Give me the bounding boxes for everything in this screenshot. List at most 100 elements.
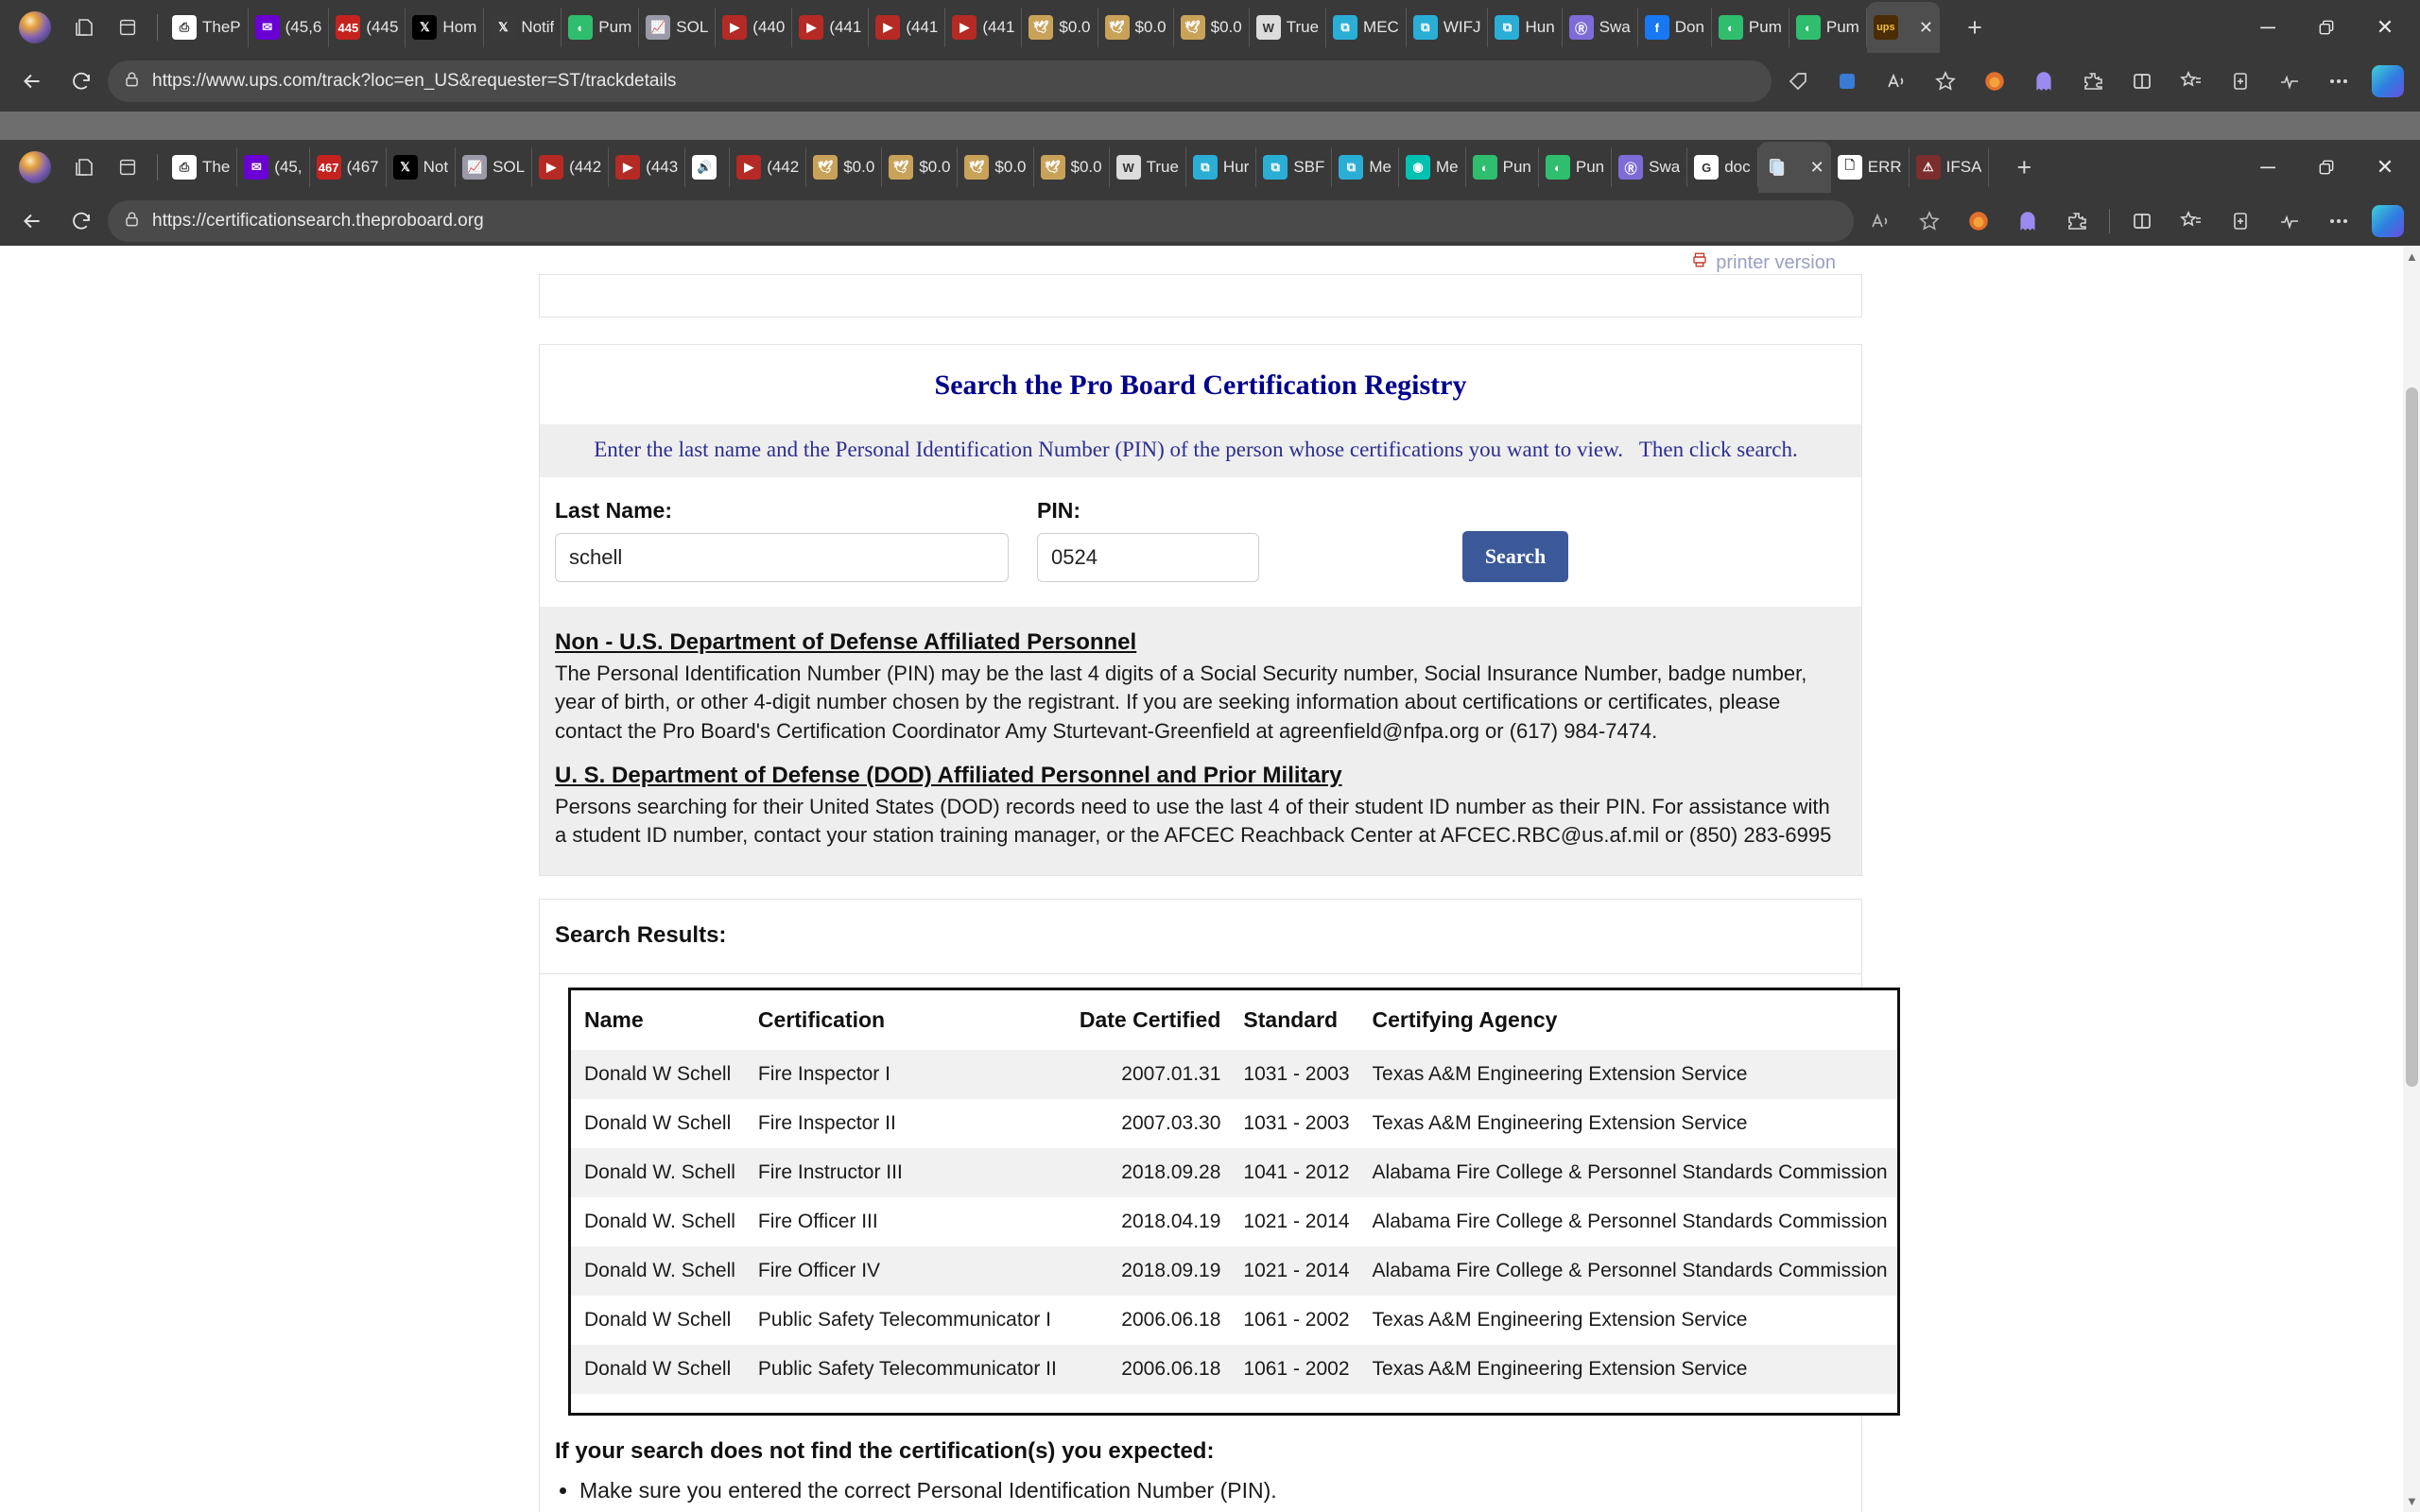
copilot-icon[interactable] (2365, 198, 2411, 244)
more-options-icon[interactable] (2316, 198, 2361, 244)
firefox-extension-icon[interactable] (1972, 59, 2017, 104)
address-bar-window2[interactable]: https://certificationsearch.theproboard.… (108, 200, 1854, 242)
puzzle-extension-icon[interactable] (2070, 59, 2116, 104)
tab-youtube-favicon[interactable]: ▶ (442 (532, 147, 610, 187)
tab-r-circle-favicon[interactable]: Ⓡ Swa (1563, 8, 1638, 47)
tab-close-icon[interactable]: ✕ (1919, 18, 1933, 38)
collections-icon[interactable] (2218, 198, 2263, 244)
scroll-up-arrow[interactable]: ▲ (2406, 249, 2418, 264)
tab-bird-favicon[interactable]: 🕊 $0.0 (1022, 8, 1098, 47)
blue-extension-icon[interactable] (1824, 59, 1870, 104)
active-tab-certification-search[interactable]: ✕ (1757, 142, 1831, 193)
scroll-down-arrow[interactable]: ▼ (2406, 1494, 2418, 1508)
read-aloud-icon[interactable] (1874, 59, 1919, 104)
new-tab-button[interactable]: + (2002, 146, 2046, 189)
favorites-list-icon[interactable] (2169, 59, 2214, 104)
search-button[interactable]: Search (1462, 531, 1568, 582)
tab-x-dark-favicon[interactable]: 𝕏 Notif (484, 8, 562, 47)
split-screen-icon[interactable] (2119, 59, 2165, 104)
new-tab-button[interactable]: + (1953, 6, 1996, 49)
tab-warning-circle-favicon[interactable]: ⚠ IFSA (1910, 147, 1990, 187)
restore-button[interactable] (2297, 142, 2356, 193)
minimize-button[interactable]: ─ (2238, 2, 2297, 53)
back-icon[interactable] (9, 59, 55, 104)
firefox-extension-icon[interactable] (1956, 198, 2001, 244)
copilot-icon[interactable] (2365, 59, 2411, 104)
tab-pill-favicon[interactable]: ◐ Pum (562, 8, 640, 47)
tab-r-circle-favicon[interactable]: Ⓡ Swa (1612, 147, 1688, 187)
tab-bird-favicon[interactable]: 🕊 $0.0 (882, 147, 959, 187)
minimize-button[interactable]: ─ (2238, 142, 2297, 193)
tab-pill-favicon[interactable]: ◐ Pun (1539, 147, 1613, 187)
profile-avatar[interactable] (19, 151, 51, 183)
tab-speaker-playing-icon[interactable]: 🔊 (685, 147, 731, 187)
back-icon[interactable] (9, 198, 55, 244)
tab-gmail-badge-favicon[interactable]: 467 (467 (310, 147, 387, 187)
split-screen-icon[interactable] (2119, 198, 2165, 244)
tab-printer-favicon[interactable]: ⎙ The (165, 147, 238, 187)
tab-chart-favicon[interactable]: 📈 SOL (456, 147, 533, 187)
lastname-input[interactable] (555, 533, 1009, 582)
tab-stack-favicon[interactable]: ⧉ Hun (1488, 8, 1563, 47)
tab-bird-favicon[interactable]: 🕊 $0.0 (1174, 8, 1250, 47)
tab-youtube-favicon[interactable]: ▶ (441 (945, 8, 1023, 47)
tab-mail-favicon[interactable]: ✉ (45, (237, 147, 310, 187)
tab-actions-icon[interactable] (62, 6, 106, 49)
tab-teal-circle-favicon[interactable]: ◉ Me (1399, 147, 1466, 187)
tab-stack-favicon[interactable]: ⧉ WIFJ (1407, 8, 1489, 47)
refresh-icon[interactable] (59, 59, 104, 104)
tab-google-favicon[interactable]: Gdoc (1687, 147, 1758, 187)
tab-stack-favicon[interactable]: ⧉ SBF (1256, 147, 1333, 187)
address-bar-window1[interactable]: https://www.ups.com/track?loc=en_US&requ… (108, 60, 1772, 102)
tab-bird-favicon[interactable]: 🕊 $0.0 (1034, 147, 1110, 187)
tab-pill-favicon[interactable]: ◐ Pum (1712, 8, 1789, 47)
tab-close-icon[interactable]: ✕ (1810, 158, 1824, 178)
tab-wikipedia-favicon[interactable]: W True (1250, 8, 1327, 47)
tab-wikipedia-favicon[interactable]: W True (1110, 147, 1186, 187)
tab-youtube-favicon[interactable]: ▶ (443 (609, 147, 686, 187)
browser-essentials-icon[interactable] (2267, 198, 2312, 244)
tab-x-favicon[interactable]: 𝕏 Hom (406, 8, 485, 47)
read-aloud-icon[interactable] (1858, 198, 1903, 244)
puzzle-extension-icon[interactable] (2054, 198, 2100, 244)
refresh-icon[interactable] (59, 198, 104, 244)
tab-pill-favicon[interactable]: ◐ Pun (1466, 147, 1539, 187)
close-button[interactable]: ✕ (2356, 2, 2414, 53)
pin-input[interactable] (1037, 533, 1259, 582)
favorite-star-icon[interactable] (1907, 198, 1952, 244)
favorites-list-icon[interactable] (2169, 198, 2214, 244)
collections-icon[interactable] (2218, 59, 2263, 104)
printer-version-link[interactable]: printer version (539, 246, 1862, 274)
page-scrollbar[interactable]: ▲ ▼ (2403, 246, 2420, 1512)
tab-bird-favicon[interactable]: 🕊 $0.0 (958, 147, 1034, 187)
split-pane-icon[interactable] (106, 146, 149, 189)
shopping-tag-icon[interactable] (1775, 59, 1821, 104)
browser-essentials-icon[interactable] (2267, 59, 2312, 104)
restore-button[interactable] (2297, 2, 2356, 53)
close-button[interactable]: ✕ (2356, 142, 2414, 193)
tab-x-favicon[interactable]: 𝕏 Not (387, 147, 457, 187)
active-tab-ups[interactable]: ups ✕ (1866, 2, 1940, 53)
ghost-extension-icon[interactable] (2005, 198, 2050, 244)
tab-actions-icon[interactable] (62, 146, 106, 189)
profile-avatar[interactable] (19, 11, 51, 43)
tab-mail-favicon[interactable]: ✉ (45,6 (249, 8, 330, 47)
more-options-icon[interactable] (2316, 59, 2361, 104)
tab-facebook-favicon[interactable]: f Don (1638, 8, 1712, 47)
tab-pill-favicon[interactable]: ◐ Pum (1789, 8, 1867, 47)
tab-page-favicon[interactable]: 🗋 ERR (1831, 147, 1910, 187)
tab-stack-favicon[interactable]: ⧉ Me (1332, 147, 1400, 187)
tab-youtube-favicon[interactable]: ▶ (441 (792, 8, 870, 47)
tab-chart-favicon[interactable]: 📈 SOL (639, 8, 717, 47)
favorite-star-icon[interactable] (1923, 59, 1968, 104)
tab-printer-favicon[interactable]: ⎙ TheP (165, 8, 249, 47)
tab-stack-favicon[interactable]: ⧉ Hur (1186, 147, 1257, 187)
tab-gmail-badge-favicon[interactable]: 445 (445 (329, 8, 406, 47)
tab-bird-favicon[interactable]: 🕊 $0.0 (1098, 8, 1174, 47)
tab-youtube-favicon[interactable]: ▶ (440 (716, 8, 793, 47)
tab-stack-favicon[interactable]: ⧉ MEC (1326, 8, 1407, 47)
split-pane-icon[interactable] (106, 6, 149, 49)
tab-bird-favicon[interactable]: 🕊 $0.0 (806, 147, 883, 187)
scrollbar-thumb[interactable] (2406, 387, 2418, 1087)
tab-youtube-favicon[interactable]: ▶ (442 (730, 147, 807, 187)
